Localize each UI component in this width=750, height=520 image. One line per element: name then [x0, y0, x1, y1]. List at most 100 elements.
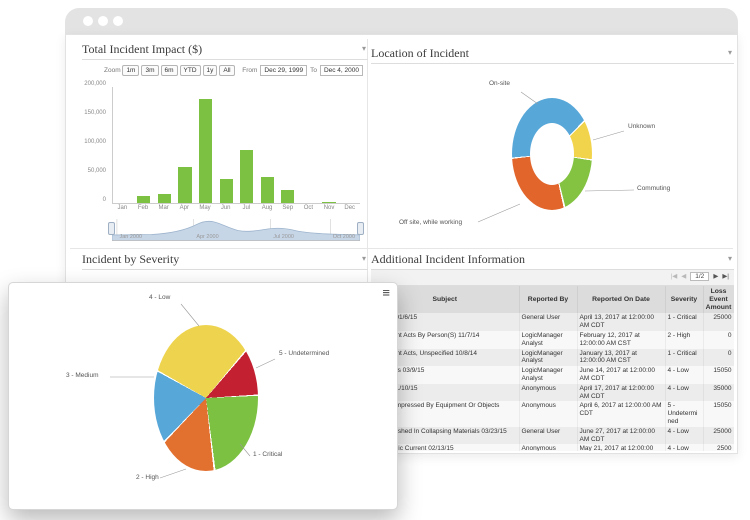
cell-severity: 1 - Critical — [665, 348, 704, 367]
zoom-1m-button[interactable]: 1m — [122, 65, 140, 76]
donut-hole — [530, 123, 574, 185]
pagination: |◀ ◀ 1/2 ▶ ▶| — [669, 272, 731, 281]
x-axis-label: Jun — [220, 205, 231, 211]
bar-jun[interactable] — [219, 178, 233, 203]
cell-severity: 5 - Undetermined — [665, 401, 704, 427]
window-control-dot[interactable] — [113, 16, 123, 26]
table-row[interactable]: nd Violent Acts By Person(S) 11/7/14 Logi… — [371, 331, 734, 349]
navigator-label: Apr 2000 — [196, 234, 219, 240]
date-range: From Dec 29, 1999 To Dec 4, 2000 — [242, 65, 366, 76]
table-row[interactable]: n Or Compressed By Equipment Or Objects … — [371, 401, 734, 427]
bar-aug[interactable] — [260, 176, 274, 203]
cell-reported-by: General User — [519, 426, 578, 445]
panel-title: Additional Incident Information — [371, 252, 525, 266]
zoom-3m-button[interactable]: 3m — [141, 65, 159, 76]
navigator-area-chart[interactable] — [111, 217, 361, 242]
panel-total-incident-impact: Total Incident Impact ($) ▾ Zoom 1m 3m 6m Y… — [82, 41, 368, 246]
bar-sep[interactable] — [281, 190, 295, 203]
slice-label-critical: 1 - Critical — [253, 451, 283, 458]
table-row[interactable]: y Animals 03/9/15 LogicManager Analyst Jun… — [371, 366, 734, 384]
previous-page-icon[interactable]: ◀ — [681, 272, 686, 280]
bar-nov[interactable] — [322, 201, 336, 203]
next-page-icon[interactable]: ▶ — [713, 272, 718, 280]
x-axis-label: Jan — [117, 205, 128, 211]
panel-title: Location of Incident — [371, 46, 469, 60]
chevron-down-icon[interactable]: ▾ — [728, 254, 732, 263]
y-axis-tick: 200,000 — [84, 81, 106, 87]
column-header-severity[interactable]: Severity — [665, 286, 704, 314]
range-toolbar: Zoom 1m 3m 6m YTD 1y All From Dec 29, 1999 To De… — [104, 65, 366, 78]
bar-may[interactable] — [199, 98, 213, 203]
row-divider — [70, 248, 733, 249]
zoom-1y-button[interactable]: 1y — [202, 65, 218, 76]
menu-icon[interactable]: ≡ — [382, 285, 390, 300]
bar-slot — [154, 87, 175, 203]
zoom-6m-button[interactable]: 6m — [160, 65, 178, 76]
column-header-reported-by[interactable]: Reported By — [519, 286, 578, 314]
cell-loss-event-amount: 25000 — [703, 426, 734, 445]
last-page-icon[interactable]: ▶| — [722, 272, 729, 280]
bar-slot — [278, 87, 299, 203]
panel-header: Total Incident Impact ($) ▾ — [82, 41, 368, 60]
table-row[interactable]: ith Electric Current 02/13/15 Anonymous Ma… — [371, 444, 734, 451]
x-axis-label: Dec — [344, 205, 356, 211]
severity-pie-chart[interactable] — [154, 325, 258, 471]
cell-loss-event-amount: 35000 — [703, 383, 734, 402]
bar-slot — [257, 87, 278, 203]
incident-table: Subject Reported By Reported On Date Severi… — [371, 286, 734, 451]
x-axis-label: May — [199, 205, 211, 211]
table-row[interactable]: nd Violent Acts, Unspecified 10/8/14 Logi… — [371, 348, 734, 367]
cell-severity: 1 - Critical — [665, 313, 704, 332]
x-axis-label: Oct — [303, 205, 314, 211]
cell-severity: 2 - High — [665, 331, 704, 349]
x-axis-label: Mar — [158, 205, 169, 211]
panel-title: Total Incident Impact ($) — [82, 42, 203, 56]
cell-loss-event-amount: 15050 — [703, 401, 734, 427]
x-axis-label: Nov — [323, 205, 335, 211]
y-axis: 200,000 150,000 100,000 50,000 0 — [82, 81, 109, 203]
bar-slot — [195, 87, 216, 203]
chevron-down-icon[interactable]: ▾ — [362, 254, 366, 263]
table-row[interactable]: ection 01/10/15AnonymousApril 17, 2017 a… — [371, 383, 734, 402]
bar-feb[interactable] — [137, 195, 151, 203]
window-control-dot[interactable] — [83, 16, 93, 26]
window-control-dot[interactable] — [98, 16, 108, 26]
panel-location-of-incident: Location of Incident ▾ On-site Unknown C… — [371, 45, 734, 245]
table-row[interactable]: ccident 01/6/15General UserApril 13, 201… — [371, 313, 734, 332]
y-axis-tick: 50,000 — [87, 168, 106, 174]
table-toolbar: |◀ ◀ 1/2 ▶ ▶| — [371, 270, 734, 286]
cell-severity: 4 - Low — [665, 383, 704, 402]
cell-loss-event-amount: 0 — [703, 331, 734, 349]
table-row[interactable]: n Or Crushed In Collapsing Materials 03/… — [371, 426, 734, 445]
to-label: To — [310, 67, 317, 74]
cell-reported-by: Anonymous — [519, 401, 578, 427]
chevron-down-icon[interactable]: ▾ — [362, 44, 366, 53]
from-date-input[interactable]: Dec 29, 1999 — [260, 65, 308, 76]
cell-reported-on-date: February 12, 2017 at 12:00:00 AM CST — [577, 331, 666, 349]
bar-slot — [319, 87, 340, 203]
bar-slot — [113, 87, 134, 203]
to-date-input[interactable]: Dec 4, 2000 — [319, 65, 363, 76]
navigator-left-handle[interactable] — [108, 222, 115, 235]
slice-label-low: 4 - Low — [149, 294, 171, 301]
chevron-down-icon[interactable]: ▾ — [728, 48, 732, 57]
bar-mar[interactable] — [157, 194, 172, 203]
browser-titlebar — [65, 8, 738, 34]
range-navigator[interactable]: Jan 2000 Apr 2000 Jul 2000 Oct 2000 — [108, 217, 364, 242]
column-header-reported-on-date[interactable]: Reported On Date — [577, 286, 666, 314]
x-axis-label: Apr — [179, 205, 190, 211]
cell-reported-on-date: April 13, 2017 at 12:00:00 AM CDT — [577, 313, 666, 332]
navigator-right-handle[interactable] — [357, 222, 364, 235]
panel-additional-incident-information: Additional Incident Information ▾ |◀ ◀ 1/2… — [371, 251, 734, 451]
bar-slot — [298, 87, 319, 203]
bar-apr[interactable] — [178, 167, 192, 203]
first-page-icon[interactable]: |◀ — [671, 272, 678, 280]
column-header-loss-event-amount[interactable]: Loss Event Amount — [703, 286, 734, 314]
slice-label-undetermined: 5 - Undetermined — [279, 350, 330, 357]
zoom-all-button[interactable]: All — [219, 65, 235, 76]
zoom-ytd-button[interactable]: YTD — [179, 65, 201, 76]
x-axis: Jan Feb Mar Apr May Jun Jul Aug Sep Oct Nov Dec — [112, 205, 360, 211]
bar-jul[interactable] — [240, 150, 254, 203]
table-header-row: Subject Reported By Reported On Date Severi… — [371, 286, 734, 314]
cell-reported-on-date: June 27, 2017 at 12:00:00 AM CDT — [577, 426, 666, 445]
